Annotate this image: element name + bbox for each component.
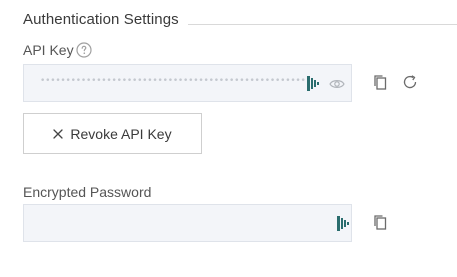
- copy-icon[interactable]: [372, 214, 388, 230]
- question-circle-icon[interactable]: [76, 42, 92, 58]
- encrypted-password-label: Encrypted Password: [23, 184, 152, 200]
- revoke-api-key-button[interactable]: Revoke API Key: [23, 113, 202, 154]
- password-manager-icon[interactable]: [337, 216, 349, 231]
- api-key-field[interactable]: ••••••••••••••••••••••••••••••••••••••••…: [23, 64, 352, 102]
- copy-icon[interactable]: [372, 74, 388, 90]
- eye-icon[interactable]: [329, 78, 345, 90]
- section-divider: [188, 24, 457, 25]
- encrypted-password-field[interactable]: [23, 204, 352, 242]
- api-key-label: API Key: [23, 42, 74, 58]
- close-icon: [53, 128, 64, 139]
- api-key-masked-value: ••••••••••••••••••••••••••••••••••••••••…: [40, 76, 308, 86]
- section-title: Authentication Settings: [23, 11, 179, 28]
- password-manager-icon[interactable]: [307, 76, 319, 91]
- revoke-button-label: Revoke API Key: [70, 125, 172, 142]
- refresh-icon[interactable]: [402, 74, 418, 90]
